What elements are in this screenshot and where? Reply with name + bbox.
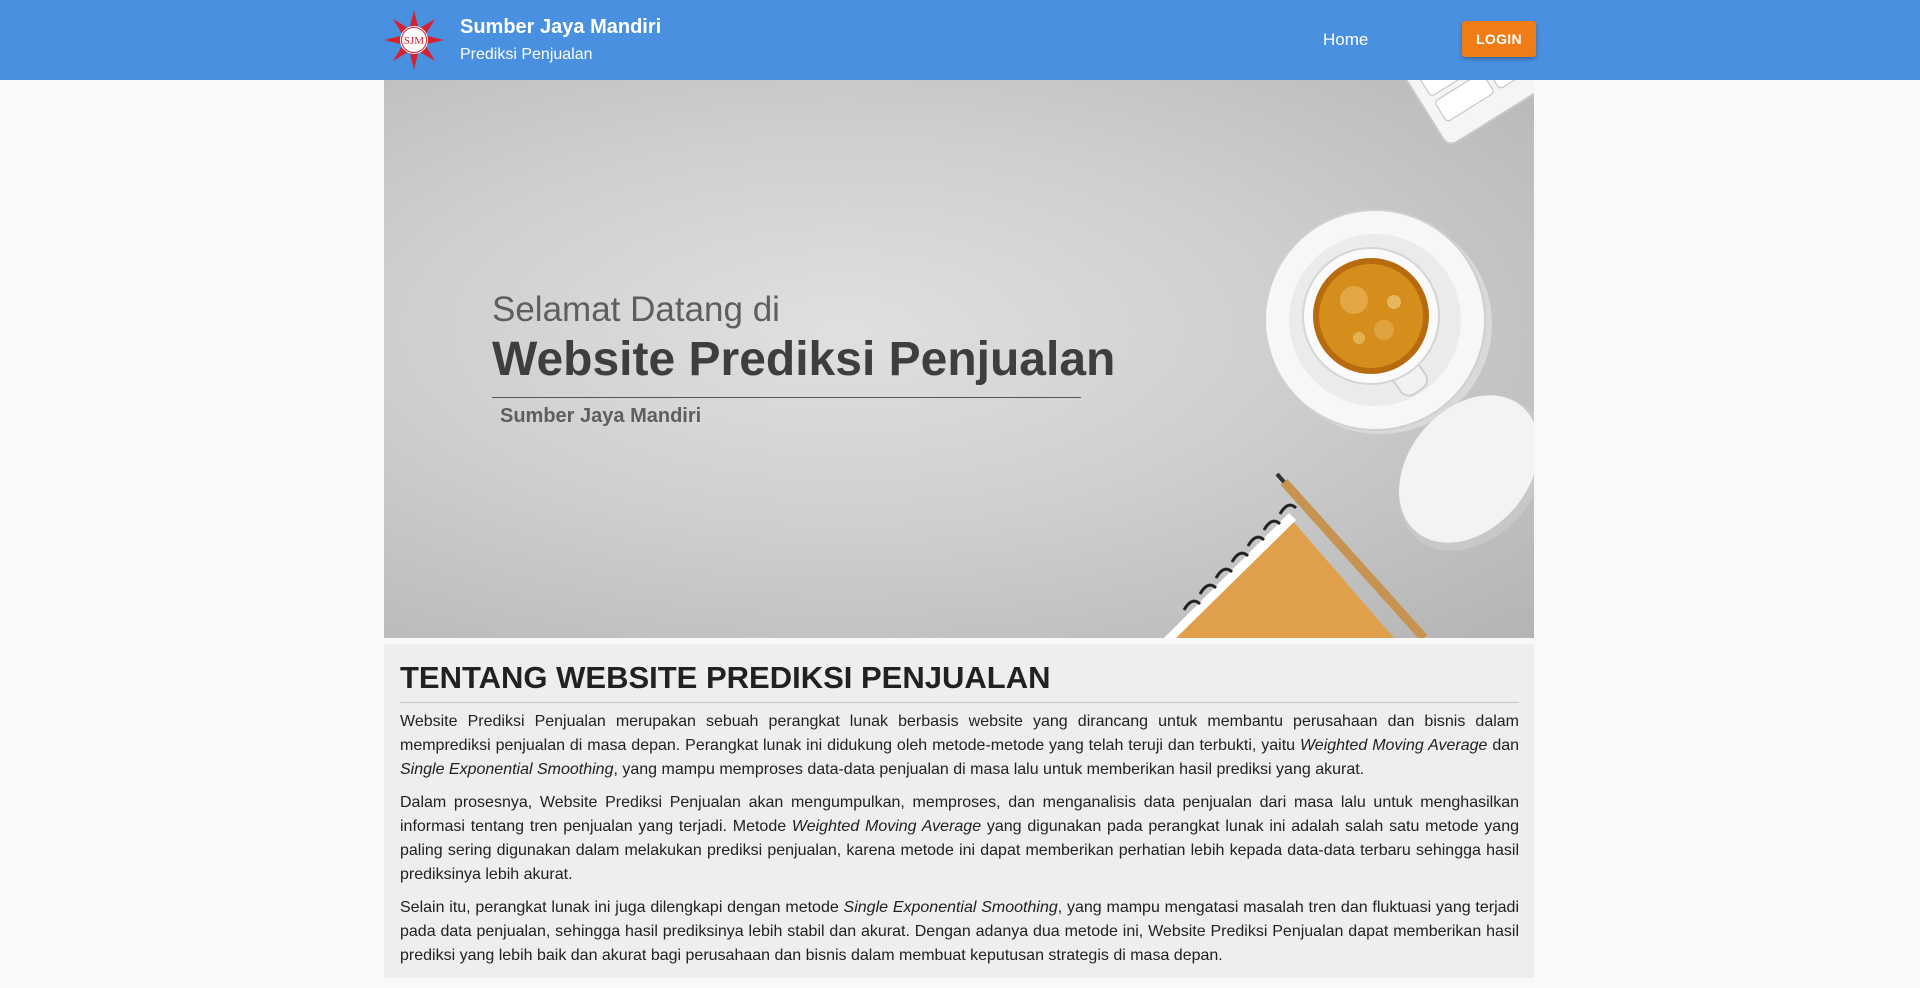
brand-subtitle: Prediksi Penjualan — [460, 46, 593, 63]
keyboard-icon — [1371, 80, 1534, 145]
svg-text:SJM: SJM — [404, 35, 424, 47]
top-navbar: SJM Sumber Jaya Mandiri Prediksi Penjual… — [0, 0, 1920, 80]
about-p1-text-c: , yang mampu memproses data-data penjual… — [613, 761, 1365, 778]
login-button[interactable]: LOGIN — [1462, 21, 1536, 57]
about-p2-method-wma: Weighted Moving Average — [791, 818, 982, 835]
hero-divider — [492, 397, 1081, 398]
about-divider — [400, 702, 1519, 703]
about-paragraph-2: Dalam prosesnya, Website Prediksi Penjua… — [400, 791, 1519, 887]
hero-title: Website Prediksi Penjualan — [492, 333, 1116, 386]
about-p1-method-wma: Weighted Moving Average — [1299, 737, 1488, 754]
about-paragraph-1: Website Prediksi Penjualan merupakan seb… — [400, 710, 1519, 782]
about-section: TENTANG WEBSITE PREDIKSI PENJUALAN Websi… — [384, 644, 1534, 978]
about-p3-method-ses: Single Exponential Smoothing — [843, 899, 1058, 916]
brand-title: Sumber Jaya Mandiri — [460, 16, 662, 38]
about-body: Website Prediksi Penjualan merupakan seb… — [400, 710, 1519, 977]
hero-banner: Selamat Datang di Website Prediksi Penju… — [384, 80, 1534, 638]
about-title: TENTANG WEBSITE PREDIKSI PENJUALAN — [400, 660, 1051, 695]
about-p1-method-ses: Single Exponential Smoothing — [400, 761, 614, 778]
sjm-logo-icon[interactable]: SJM — [384, 10, 444, 70]
hero-greeting: Selamat Datang di — [492, 290, 780, 329]
hero-company-name: Sumber Jaya Mandiri — [500, 405, 702, 427]
nav-home-link[interactable]: Home — [1323, 30, 1368, 50]
navbar-container: SJM Sumber Jaya Mandiri Prediksi Penjual… — [384, 0, 1536, 80]
coffee-cup-icon — [1264, 209, 1492, 434]
about-p1-text-b: dan — [1487, 737, 1520, 754]
about-p3-text-a: Selain itu, perangkat lunak ini juga dil… — [400, 899, 844, 916]
about-paragraph-3: Selain itu, perangkat lunak ini juga dil… — [400, 896, 1519, 968]
